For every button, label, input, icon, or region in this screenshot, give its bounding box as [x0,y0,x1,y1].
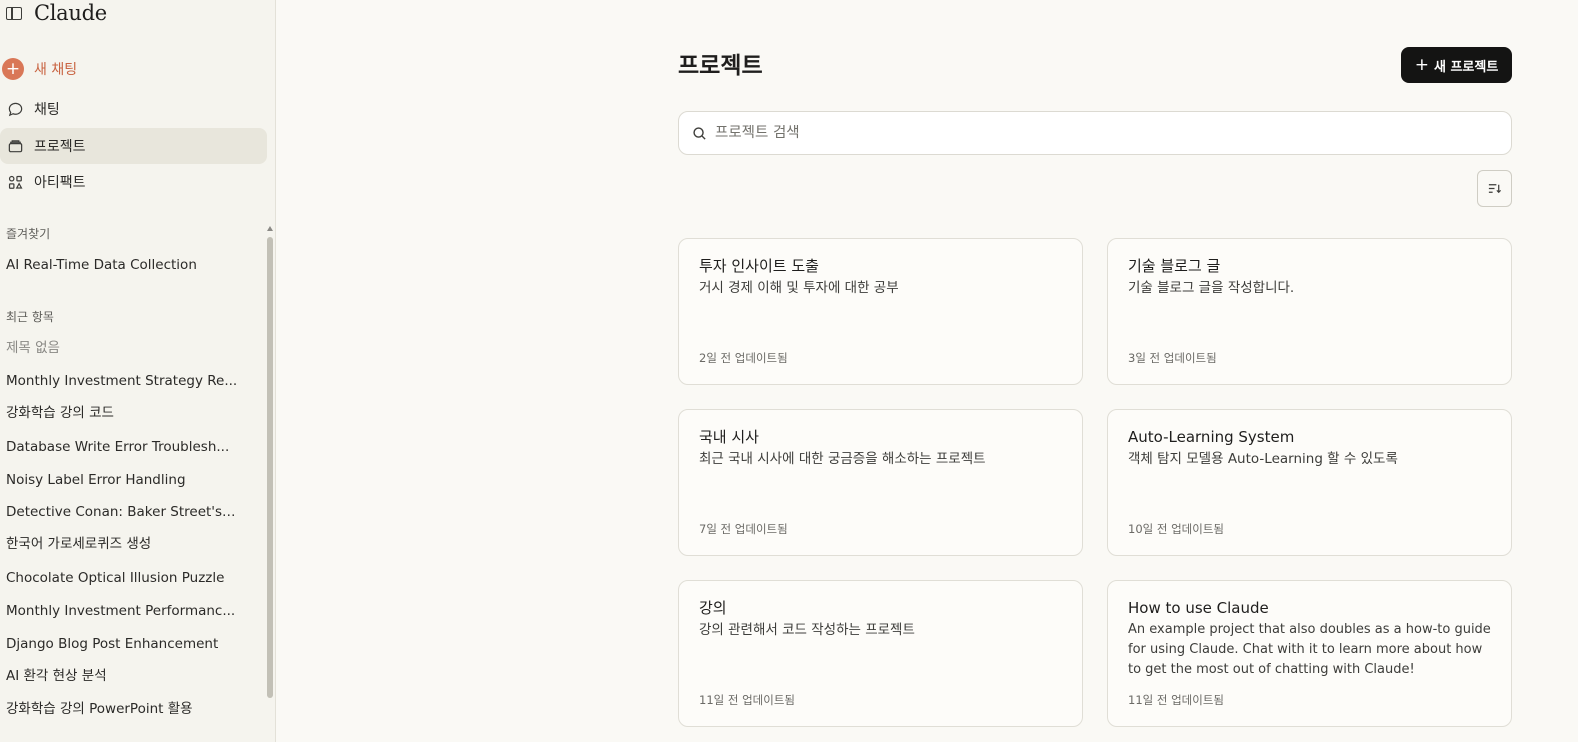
brand-name: Claude [34,1,107,25]
favorites-section-title: 즐겨찾기 [6,227,51,241]
recent-item[interactable]: Noisy Label Error Handling [6,470,238,490]
project-card[interactable]: How to use Claude An example project tha… [1107,580,1512,727]
project-description: 최근 국내 시사에 대한 궁금증을 해소하는 프로젝트 [699,451,986,467]
search-input[interactable] [715,125,1495,141]
project-title: 투자 인사이트 도출 [699,257,819,275]
new-project-button[interactable]: + 새 프로젝트 [1401,47,1512,83]
brand: Claude [6,0,107,26]
project-card[interactable]: 투자 인사이트 도출 거시 경제 이해 및 투자에 대한 공부 2일 전 업데이… [678,238,1083,385]
project-updated: 11일 전 업데이트됨 [699,693,796,707]
recent-item[interactable]: Detective Conan: Baker Street's ... [6,502,238,522]
recent-item[interactable]: Database Write Error Troublesh... [6,437,238,457]
recent-item[interactable]: Monthly Investment Strategy Re... [6,371,238,391]
project-card[interactable]: 국내 시사 최근 국내 시사에 대한 궁금증을 해소하는 프로젝트 7일 전 업… [678,409,1083,556]
sidebar-item-chats[interactable]: 채팅 [0,91,267,127]
project-search-box[interactable] [678,111,1512,155]
new-chat-button[interactable]: + 새 채팅 [0,51,267,87]
project-description: 거시 경제 이해 및 투자에 대한 공부 [699,280,899,296]
page-title: 프로젝트 [678,52,763,79]
project-card[interactable]: 강의 강의 관련해서 코드 작성하는 프로젝트 11일 전 업데이트됨 [678,580,1083,727]
recent-item[interactable]: Chocolate Optical Illusion Puzzle [6,568,238,588]
project-card[interactable]: Auto-Learning System 객체 탐지 모델용 Auto-Lear… [1107,409,1512,556]
project-title: 강의 [699,599,727,617]
new-project-label: 새 프로젝트 [1433,59,1499,75]
chat-bubble-icon [6,100,24,118]
favorite-item[interactable]: AI Real-Time Data Collection [6,255,238,275]
search-icon [693,126,706,140]
recents-section-title: 최근 항목 [6,310,54,324]
recent-item[interactable]: 제목 없음 [6,338,238,358]
folder-stack-icon [6,137,24,155]
recent-item[interactable]: 한국어 가로세로퀴즈 생성 [6,534,238,554]
project-card[interactable]: 기술 블로그 글 기술 블로그 글을 작성합니다. 3일 전 업데이트됨 [1107,238,1512,385]
scrollbar-thumb[interactable] [267,237,273,698]
artifacts-grid-icon [6,173,24,191]
project-description: 객체 탐지 모델용 Auto-Learning 할 수 있도록 [1128,451,1398,467]
recent-item[interactable]: 강화학습 강의 코드 [6,403,238,423]
new-chat-label: 새 채팅 [34,62,78,78]
project-title: How to use Claude [1128,599,1269,617]
project-updated: 10일 전 업데이트됨 [1128,522,1225,536]
recent-item[interactable]: 강화학습 강의 PowerPoint 활용 [6,699,238,719]
project-description: 강의 관련해서 코드 작성하는 프로젝트 [699,622,915,638]
project-updated: 11일 전 업데이트됨 [1128,693,1225,707]
sidebar: Claude + 새 채팅 채팅 프로젝트 아티팩트 즐겨찾기 AI Real-… [0,0,276,742]
project-title: 국내 시사 [699,428,759,446]
recent-item[interactable]: AI 환각 현상 분석 [6,666,238,686]
scroll-up-arrow-icon[interactable] [267,226,273,231]
sort-button[interactable] [1477,170,1512,207]
project-description: An example project that also doubles as … [1128,622,1491,677]
project-updated: 7일 전 업데이트됨 [699,522,788,536]
plus-icon: + [1414,54,1429,75]
project-title: 기술 블로그 글 [1128,257,1221,275]
project-title: Auto-Learning System [1128,428,1295,446]
project-description: 기술 블로그 글을 작성합니다. [1128,280,1295,296]
project-updated: 2일 전 업데이트됨 [699,351,788,365]
sort-icon [1488,184,1502,194]
project-updated: 3일 전 업데이트됨 [1128,351,1217,365]
plus-circle-icon: + [2,58,24,80]
sidebar-item-label: 아티팩트 [34,175,86,191]
sidebar-item-label: 프로젝트 [34,139,86,155]
sidebar-item-artifacts[interactable]: 아티팩트 [0,164,267,200]
sidebar-item-label: 채팅 [34,102,60,118]
recent-item[interactable]: Monthly Investment Performanc... [6,601,238,621]
sidebar-scrollbar[interactable] [266,226,274,742]
sidebar-toggle-icon[interactable] [6,6,22,20]
recent-item[interactable]: Django Blog Post Enhancement [6,634,238,654]
sidebar-item-projects[interactable]: 프로젝트 [0,128,267,164]
